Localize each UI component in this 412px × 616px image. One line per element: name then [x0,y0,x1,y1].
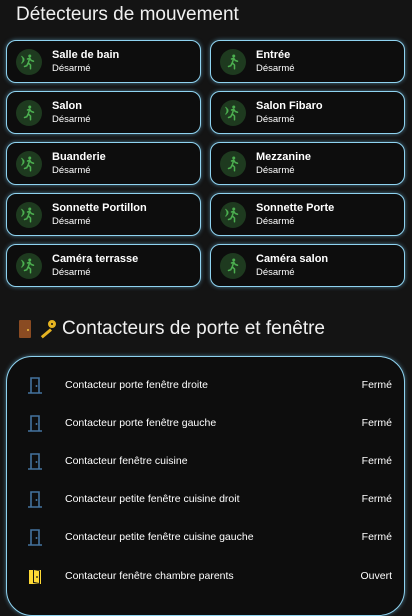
card-state: Désarmé [256,62,295,74]
door-closed-icon [28,377,42,394]
contacts-card: Contacteur porte fenêtre droite Fermé Co… [6,356,405,616]
card-name: Mezzanine [256,150,312,163]
contact-row[interactable]: Contacteur fenêtre cuisine Fermé [7,451,403,471]
motion-card-camera-terrasse[interactable]: Caméra terrasse Désarmé [6,244,201,287]
motion-card-buanderie[interactable]: Buanderie Désarmé [6,142,201,185]
card-state: Désarmé [256,215,295,227]
contact-state: Fermé [361,531,392,543]
door-closed-icon [28,529,42,546]
contacts-section-title: Contacteurs de porte et fenêtre [18,318,325,340]
door-open-icon [29,569,41,584]
motion-card-sonnette-portillon[interactable]: Sonnette Portillon Désarmé [6,193,201,236]
card-name: Caméra terrasse [52,252,139,265]
contact-state: Fermé [361,493,392,505]
card-state: Désarmé [52,266,91,278]
card-state: Désarmé [256,113,295,125]
key-emoji-icon [38,320,56,339]
contact-row[interactable]: Contacteur porte fenêtre droite Fermé [7,375,403,395]
card-name: Salon Fibaro [256,99,323,112]
card-name: Salon [52,99,82,112]
card-state: Désarmé [52,164,91,176]
motion-sensor-icon [220,99,246,126]
motion-card-salon[interactable]: Salon Désarmé [6,91,201,134]
contact-name: Contacteur porte fenêtre droite [65,379,209,391]
walk-icon [220,48,246,75]
contact-name: Contacteur porte fenêtre gauche [65,417,217,429]
card-name: Sonnette Portillon [52,201,147,214]
walk-icon [16,99,42,126]
contact-row[interactable]: Contacteur porte fenêtre gauche Fermé [7,413,403,433]
card-state: Désarmé [52,62,91,74]
motion-sensor-icon [16,48,42,75]
motion-card-sonnette-porte[interactable]: Sonnette Porte Désarmé [210,193,405,236]
motion-sensor-icon [16,252,42,279]
door-closed-icon [28,415,42,432]
contact-state: Ouvert [360,570,392,582]
card-name: Caméra salon [256,252,329,265]
card-state: Désarmé [256,266,295,278]
contact-name: Contacteur petite fenêtre cuisine gauche [65,531,254,543]
card-name: Entrée [256,48,291,61]
contacts-title-text: Contacteurs de porte et fenêtre [62,318,325,339]
card-name: Sonnette Porte [256,201,335,214]
contact-row[interactable]: Contacteur fenêtre chambre parents Ouver… [7,566,403,586]
door-emoji-icon [18,320,32,338]
door-closed-icon [28,453,42,470]
contact-row[interactable]: Contacteur petite fenêtre cuisine droit … [7,489,403,509]
card-name: Salle de bain [52,48,120,61]
door-closed-icon [28,491,42,508]
contact-state: Fermé [361,417,392,429]
contact-state: Fermé [361,379,392,391]
motion-card-salle-de-bain[interactable]: Salle de bain Désarmé [6,40,201,83]
motion-card-salon-fibaro[interactable]: Salon Fibaro Désarmé [210,91,405,134]
walk-icon [220,252,246,279]
motion-card-mezzanine[interactable]: Mezzanine Désarmé [210,142,405,185]
card-name: Buanderie [52,150,106,163]
contact-name: Contacteur fenêtre chambre parents [65,570,234,582]
contact-name: Contacteur petite fenêtre cuisine droit [65,493,240,505]
card-state: Désarmé [52,113,91,125]
card-state: Désarmé [52,215,91,227]
motion-card-camera-salon[interactable]: Caméra salon Désarmé [210,244,405,287]
motion-section-title: Détecteurs de mouvement [16,4,239,25]
contact-state: Fermé [361,455,392,467]
contact-row[interactable]: Contacteur petite fenêtre cuisine gauche… [7,527,403,547]
contact-name: Contacteur fenêtre cuisine [65,455,188,467]
motion-sensor-grid: Salle de bain Désarmé Entrée Désarmé Salon… [6,40,406,287]
motion-card-entree[interactable]: Entrée Désarmé [210,40,405,83]
walk-icon [220,150,246,177]
card-state: Désarmé [256,164,295,176]
motion-sensor-icon [16,150,42,177]
motion-sensor-icon [220,201,246,228]
motion-sensor-icon [16,201,42,228]
